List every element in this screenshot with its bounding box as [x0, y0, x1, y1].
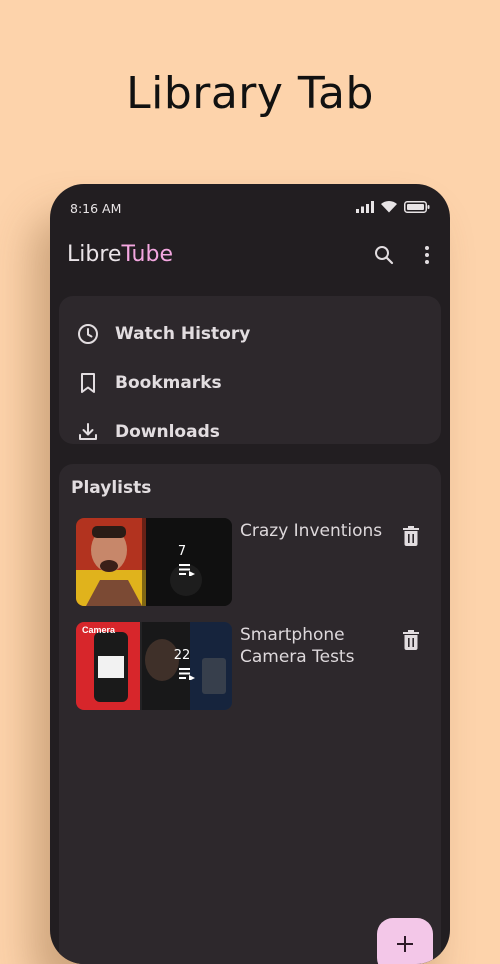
downloads-label: Downloads [115, 422, 220, 442]
playlist-name: Crazy Inventions [240, 521, 383, 541]
playlists-heading: Playlists [71, 478, 152, 498]
signal-icon [356, 200, 374, 216]
create-playlist-fab[interactable] [377, 918, 433, 964]
thumbnail-caption: Camera [82, 625, 116, 635]
search-icon [374, 245, 394, 270]
playlist-play-icon [179, 667, 195, 685]
app-title-tube: Tube [121, 242, 173, 267]
more-options-button[interactable] [414, 244, 440, 270]
search-button[interactable] [371, 244, 397, 270]
bookmarks-label: Bookmarks [115, 373, 222, 393]
download-icon [75, 419, 101, 445]
trash-icon [403, 629, 419, 655]
status-icons [356, 200, 430, 216]
video-count-overlay: 22 [142, 622, 232, 710]
video-count: 22 [173, 647, 191, 663]
delete-playlist-button[interactable] [397, 628, 425, 656]
delete-playlist-button[interactable] [397, 524, 425, 552]
playlist-item[interactable]: 22 Camera Smartphone Camera Tests [76, 622, 431, 712]
playlist-item[interactable]: 7 Crazy Inventions [76, 518, 431, 608]
clock-icon [75, 321, 101, 347]
status-time: 8:16 AM [70, 201, 122, 216]
watch-history-label: Watch History [115, 324, 251, 344]
bookmarks-item[interactable]: Bookmarks [75, 363, 425, 403]
promo-title: Library Tab [126, 68, 374, 119]
downloads-item[interactable]: Downloads [75, 412, 425, 452]
video-count: 7 [177, 543, 187, 559]
playlist-name: Smartphone Camera Tests [240, 625, 355, 667]
playlist-thumbnail: 7 [76, 518, 232, 606]
playlist-play-icon [179, 563, 195, 581]
video-count-overlay: 7 [142, 518, 232, 606]
status-bar: 8:16 AM [50, 184, 450, 232]
phone-frame: 8:16 AM LibreTube Watch History Bookmark… [50, 184, 450, 964]
playlist-thumbnail: 22 Camera [76, 622, 232, 710]
trash-icon [403, 525, 419, 551]
app-title: LibreTube [67, 242, 173, 267]
wifi-icon [380, 200, 398, 216]
watch-history-item[interactable]: Watch History [75, 314, 425, 354]
battery-icon [404, 200, 430, 216]
bookmark-icon [75, 370, 101, 396]
app-bar: LibreTube [50, 234, 450, 280]
add-icon [396, 935, 414, 958]
library-card: Watch History Bookmarks Downloads [59, 296, 441, 444]
playlists-card: Playlists 7 Crazy Inventions 22 Camera S… [59, 464, 441, 964]
app-title-libre: Libre [67, 242, 122, 267]
more-vert-icon [424, 245, 430, 270]
